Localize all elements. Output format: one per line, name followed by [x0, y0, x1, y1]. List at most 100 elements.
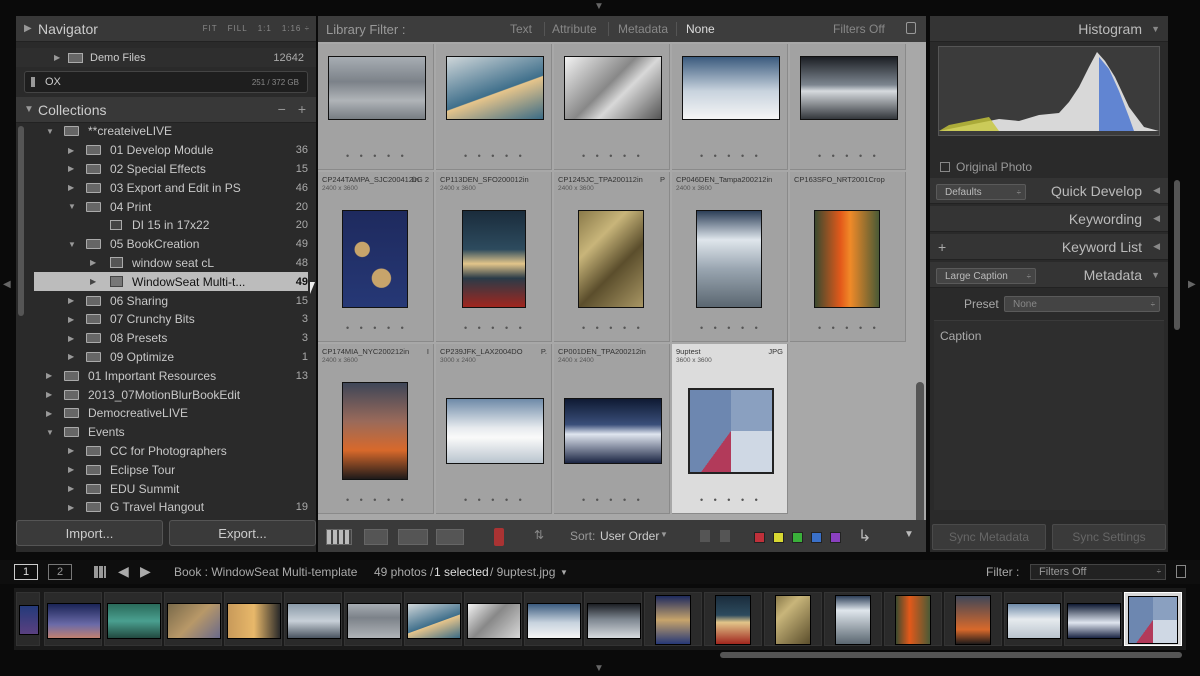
- defaults-select[interactable]: Defaults ÷: [936, 184, 1026, 200]
- zoom-fit[interactable]: FIT: [203, 24, 218, 33]
- survey-view-icon[interactable]: [436, 529, 464, 545]
- blue-label-icon[interactable]: [811, 532, 822, 543]
- collection-item[interactable]: ▶ 03 Export and Edit in PS 46: [34, 178, 308, 197]
- source-path[interactable]: Book : WindowSeat Multi-template: [174, 565, 357, 579]
- photo-thumbnail[interactable]: [446, 398, 544, 464]
- collection-item[interactable]: ▶ 01 Important Resources 13: [34, 366, 308, 385]
- zoom-custom[interactable]: 1:16 ÷: [282, 24, 310, 33]
- yellow-label-icon[interactable]: [773, 532, 784, 543]
- collection-item[interactable]: ▶ EDU Summit: [34, 479, 308, 498]
- collection-item[interactable]: ▼ Events: [34, 423, 308, 442]
- rating-dots[interactable]: • • • • •: [464, 495, 526, 505]
- grid-view-icon[interactable]: [94, 566, 106, 578]
- sort-select[interactable]: User Order: [600, 529, 659, 543]
- grid-view-icon[interactable]: [326, 529, 352, 545]
- collection-item[interactable]: ▶ 01 Develop Module 36: [34, 141, 308, 160]
- filmstrip-thumb[interactable]: [164, 592, 222, 646]
- zoom-1to1[interactable]: 1:1: [258, 24, 272, 33]
- rating-dots[interactable]: • • • • •: [582, 323, 644, 333]
- navigator-header[interactable]: ▶ Navigator FIT FILL 1:1 1:16 ÷: [16, 16, 316, 42]
- filter-attribute[interactable]: Attribute: [552, 22, 597, 36]
- filmstrip-thumb[interactable]: [824, 592, 882, 646]
- histogram-header[interactable]: Histogram ▼: [930, 16, 1168, 42]
- painter-icon[interactable]: [494, 528, 504, 546]
- right-scrollbar[interactable]: [1174, 180, 1180, 330]
- right-panel-toggle-icon[interactable]: ▶: [1188, 280, 1196, 290]
- filter-select[interactable]: Filters Off ÷: [1030, 564, 1166, 580]
- rating-dots[interactable]: • • • • •: [464, 151, 526, 161]
- collection-item[interactable]: ▶ 08 Presets 3: [34, 329, 308, 348]
- reject-flag-icon[interactable]: [720, 530, 730, 542]
- photo-thumbnail[interactable]: [696, 210, 762, 308]
- filmstrip-thumb[interactable]: [1064, 592, 1122, 646]
- photo-thumbnail[interactable]: [682, 56, 780, 120]
- forward-arrow-icon[interactable]: ▶: [140, 563, 151, 580]
- grid-cell[interactable]: • • • • •: [672, 44, 788, 170]
- add-collection-icon[interactable]: +: [298, 101, 306, 117]
- rating-dots[interactable]: • • • • •: [346, 323, 408, 333]
- collection-item[interactable]: ▼ 05 BookCreation 49: [34, 235, 308, 254]
- filmstrip-thumb-selected[interactable]: [1124, 592, 1182, 646]
- filmstrip-thumb[interactable]: [284, 592, 342, 646]
- caption-field[interactable]: Caption: [934, 320, 1164, 510]
- page-2-button[interactable]: 2: [48, 564, 72, 580]
- grid-cell[interactable]: CP046DEN_Tampa200212in 2400 x 3600 • • •…: [672, 172, 788, 342]
- photo-thumbnail[interactable]: [800, 56, 898, 120]
- left-scrollbar[interactable]: [18, 126, 24, 316]
- grid-cell[interactable]: • • • • •: [436, 44, 552, 170]
- grid-cell[interactable]: • • • • •: [318, 44, 434, 170]
- grid-cell[interactable]: CP244TAMPA_SJC200412in 2400 x 3600 DG 2 …: [318, 172, 434, 342]
- red-label-icon[interactable]: [754, 532, 765, 543]
- filmstrip-thumb[interactable]: [44, 592, 102, 646]
- rating-dots[interactable]: • • • • •: [346, 151, 408, 161]
- rating-dots[interactable]: • • • • •: [818, 151, 880, 161]
- rating-dots[interactable]: • • • • •: [582, 151, 644, 161]
- back-arrow-icon[interactable]: ◀: [118, 563, 129, 580]
- collection-set-createivelive[interactable]: ▼ **createiveLIVE: [34, 122, 308, 141]
- photo-thumbnail[interactable]: [462, 210, 526, 308]
- collection-item[interactable]: DI 15 in 17x22 20: [34, 216, 308, 235]
- caption-view-select[interactable]: Large Caption ÷: [936, 268, 1036, 284]
- filmstrip-thumb[interactable]: [464, 592, 522, 646]
- export-button[interactable]: Export...: [169, 520, 316, 546]
- filter-none[interactable]: None: [686, 22, 715, 36]
- sort-direction-icon[interactable]: ⇅: [534, 528, 544, 542]
- collection-item[interactable]: ▶ 2013_07MotionBlurBookEdit: [34, 385, 308, 404]
- filmstrip-thumb[interactable]: [224, 592, 282, 646]
- rating-dots[interactable]: • • • • •: [700, 151, 762, 161]
- photo-thumbnail[interactable]: [564, 398, 662, 464]
- loupe-view-icon[interactable]: [364, 529, 388, 545]
- collections-header[interactable]: ▼ Collections − +: [16, 97, 316, 123]
- filter-lock-icon[interactable]: [1176, 565, 1186, 578]
- grid-cell-selected[interactable]: 9uptest 3600 x 3600 JPG • • • • •: [672, 344, 788, 514]
- toolbar-menu-icon[interactable]: ▼: [904, 529, 914, 540]
- flag-icon[interactable]: [700, 530, 710, 542]
- volume-ox[interactable]: OX 251 / 372 GB: [24, 71, 308, 93]
- collection-item-selected[interactable]: ▶ WindowSeat Multi-t... 49: [34, 272, 308, 292]
- grid-cell[interactable]: CP239JFK_LAX2004DO 3000 x 2400 P. • • • …: [436, 344, 552, 514]
- keyword-list-header[interactable]: + Keyword List ◀: [930, 234, 1168, 260]
- photo-thumbnail[interactable]: [578, 210, 644, 308]
- filmstrip-thumb[interactable]: [884, 592, 942, 646]
- filmstrip-thumb[interactable]: [16, 592, 40, 646]
- filmstrip-thumb[interactable]: [584, 592, 642, 646]
- rating-dots[interactable]: • • • • •: [346, 495, 408, 505]
- remove-collection-icon[interactable]: −: [278, 101, 286, 117]
- keywording-header[interactable]: Keywording ◀: [930, 206, 1168, 232]
- grid-cell[interactable]: CP163SFO_NRT2001Crop • • • • •: [790, 172, 906, 342]
- filmstrip-thumb[interactable]: [764, 592, 822, 646]
- filmstrip-thumb[interactable]: [944, 592, 1002, 646]
- add-keyword-icon[interactable]: +: [938, 239, 946, 255]
- selected-file[interactable]: / 9uptest.jpg: [490, 565, 555, 579]
- collection-item[interactable]: ▶ G Travel Hangout 19: [34, 498, 308, 517]
- filmstrip-thumb[interactable]: [1004, 592, 1062, 646]
- collection-item[interactable]: ▶ DemocreativeLIVE: [34, 404, 308, 423]
- photo-thumbnail[interactable]: [342, 382, 408, 480]
- import-button[interactable]: Import...: [16, 520, 163, 546]
- sync-settings-button[interactable]: Sync Settings: [1052, 524, 1166, 550]
- collection-item[interactable]: ▶ 06 Sharing 15: [34, 291, 308, 310]
- photo-thumbnail[interactable]: [814, 210, 880, 308]
- grid-cell[interactable]: CP113DEN_SFO200012in 2400 x 3600 • • • •…: [436, 172, 552, 342]
- photo-thumbnail[interactable]: [688, 388, 774, 474]
- compare-view-icon[interactable]: [398, 529, 428, 545]
